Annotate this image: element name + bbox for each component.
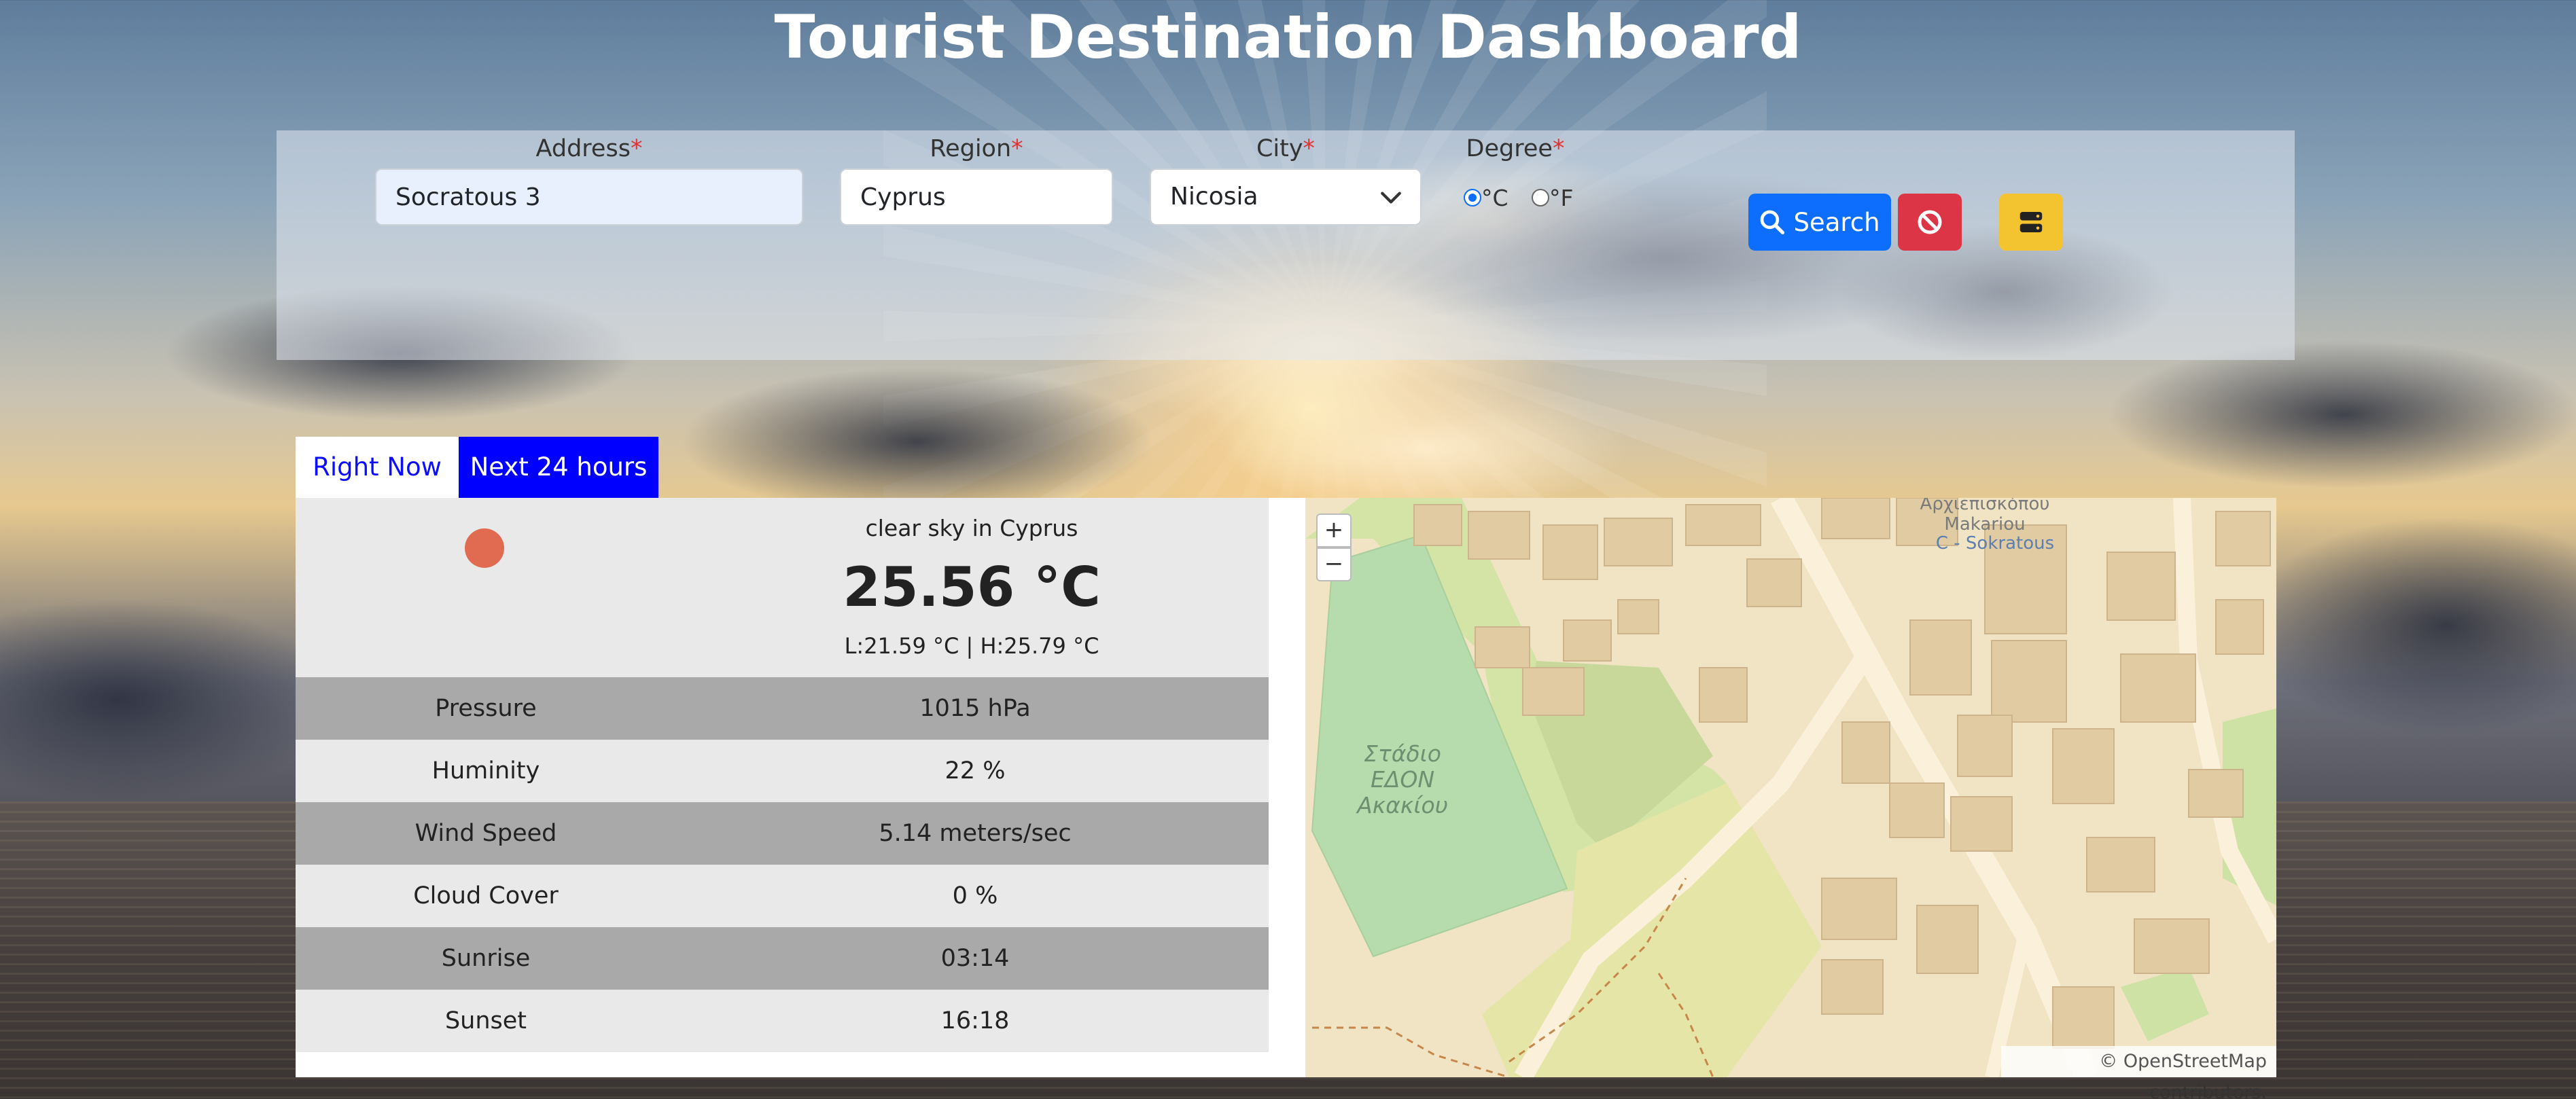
fahrenheit-radio[interactable] xyxy=(1532,188,1549,206)
row-label: Sunrise xyxy=(441,945,531,972)
osm-attribution-link[interactable]: © OpenStreetMap xyxy=(2099,1051,2267,1072)
row-label: Huminity xyxy=(431,757,540,785)
map-label-stadium: Στάδιο ΕΔΟΝ Ακακίου xyxy=(1357,740,1448,818)
search-button-label: Search xyxy=(1793,207,1880,237)
tab-next-24-hours[interactable]: Next 24 hours xyxy=(459,437,658,498)
address-label: Address* xyxy=(535,135,643,162)
table-row: Sunset 16:18 xyxy=(296,990,1269,1052)
tab-right-now[interactable]: Right Now xyxy=(296,437,459,498)
chevron-down-icon xyxy=(1381,192,1401,204)
region-label: Region* xyxy=(930,135,1023,162)
attribution-suffix: contributors. xyxy=(2149,1082,2267,1099)
search-form-panel xyxy=(277,130,2295,360)
degree-label: Degree* xyxy=(1466,135,1565,162)
cancel-button[interactable] xyxy=(1898,194,1962,251)
row-value: 03:14 xyxy=(940,945,1010,972)
table-row: Pressure 1015 hPa xyxy=(296,677,1269,740)
row-value: 0 % xyxy=(952,882,998,909)
table-row: Sunrise 03:14 xyxy=(296,927,1269,990)
row-label: Wind Speed xyxy=(414,820,557,847)
city-selected-value: Nicosia xyxy=(1170,183,1258,211)
table-row: Huminity 22 % xyxy=(296,740,1269,802)
row-value: 16:18 xyxy=(940,1007,1010,1034)
current-temperature: 25.56 °C xyxy=(843,556,1101,619)
page-title: Tourist Destination Dashboard xyxy=(774,2,1802,72)
map-zoom-out-button[interactable]: − xyxy=(1316,547,1352,581)
map[interactable]: Στάδιο ΕΔΟΝ Ακακίου Αρχιεπισκόπου Makari… xyxy=(1305,498,2276,1077)
map-zoom-in-button[interactable]: + xyxy=(1316,514,1352,547)
row-value: 5.14 meters/sec xyxy=(879,820,1072,847)
degree-fahrenheit-option[interactable]: °F xyxy=(1532,185,1573,212)
map-label-street: Αρχιεπισκόπου Makariou xyxy=(1920,498,2050,535)
region-input[interactable] xyxy=(840,168,1113,226)
map-label-socratous: C - Sokratous xyxy=(1935,533,2055,554)
ban-icon xyxy=(1918,210,1942,234)
fahrenheit-label: °F xyxy=(1549,185,1574,211)
address-input[interactable] xyxy=(375,168,803,226)
row-label: Pressure xyxy=(435,695,537,722)
celsius-label: °C xyxy=(1481,185,1508,211)
row-label: Cloud Cover xyxy=(413,882,559,909)
sun-icon xyxy=(465,528,504,568)
server-button[interactable] xyxy=(1999,194,2063,251)
search-button[interactable]: Search xyxy=(1748,194,1891,251)
city-select[interactable]: Nicosia xyxy=(1150,168,1422,226)
degree-celsius-option[interactable]: °C xyxy=(1464,185,1508,212)
search-icon xyxy=(1761,210,1785,235)
row-value: 1015 hPa xyxy=(919,695,1031,722)
celsius-radio[interactable] xyxy=(1464,188,1481,206)
table-row: Wind Speed 5.14 meters/sec xyxy=(296,802,1269,865)
server-icon xyxy=(2019,212,2043,232)
city-label: City* xyxy=(1256,135,1316,162)
weather-description: clear sky in Cyprus xyxy=(865,515,1078,541)
table-row: Cloud Cover 0 % xyxy=(296,865,1269,927)
low-high-temperature: L:21.59 °C | H:25.79 °C xyxy=(844,633,1099,659)
row-value: 22 % xyxy=(945,757,1006,785)
row-label: Sunset xyxy=(444,1007,527,1034)
map-attribution: © OpenStreetMap contributors. xyxy=(2001,1046,2276,1099)
